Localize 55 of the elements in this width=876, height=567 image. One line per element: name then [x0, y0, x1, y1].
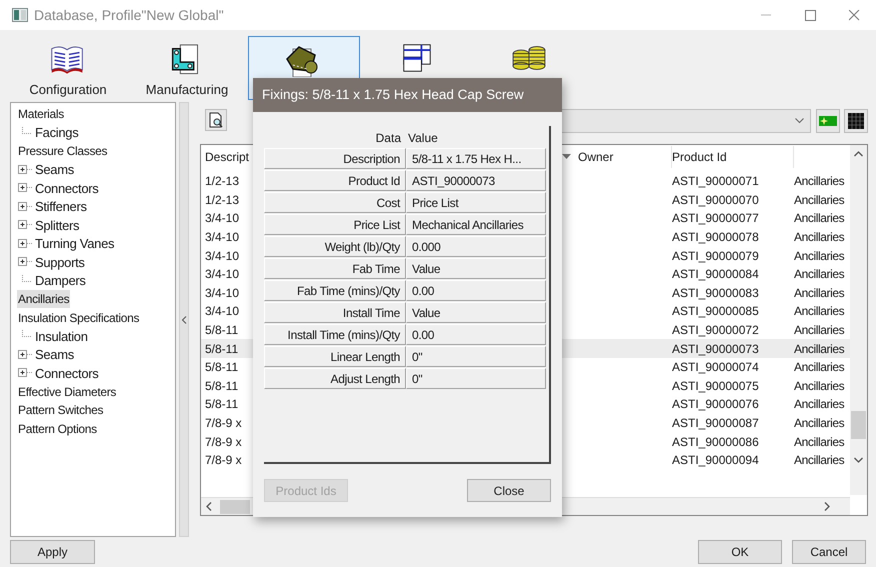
table-cell: ASTI_90000076 — [672, 397, 759, 412]
table-cell: ASTI_90000072 — [672, 323, 759, 338]
property-label: Product Id — [264, 170, 406, 191]
table-cell: Ancillaries — [794, 304, 844, 318]
table-cell: Ancillaries — [794, 174, 844, 188]
table-cell: ASTI_90000070 — [672, 192, 759, 207]
table-cell: Ancillaries — [794, 267, 844, 282]
table-cell: Ancillaries — [794, 192, 844, 207]
property-label: Fab Time (mins)/Qty — [264, 280, 406, 301]
table-cell: ASTI_90000086 — [672, 434, 759, 449]
table-cell: 7/8-9 x — [205, 453, 242, 468]
table-cell: 5/8-11 — [205, 342, 238, 356]
column-header: Data — [374, 130, 402, 147]
property-label: Adjust Length — [264, 368, 406, 389]
property-label: Fab Time — [264, 258, 406, 279]
table-cell: ASTI_90000077 — [672, 211, 759, 226]
table-cell: ASTI_90000083 — [672, 286, 759, 300]
column-header: Value — [407, 130, 438, 147]
table-cell: ASTI_90000079 — [672, 248, 759, 263]
table-cell: 7/8-9 x — [205, 416, 242, 430]
property-label: Weight (lb)/Qty — [264, 236, 406, 257]
property-label: Description — [264, 148, 406, 169]
table-cell: 5/8-11 — [205, 360, 238, 374]
property-label: Install Time — [264, 302, 406, 323]
table-cell: Ancillaries — [794, 342, 844, 356]
table-cell: Ancillaries — [794, 323, 844, 338]
table-cell: ASTI_90000085 — [672, 304, 759, 318]
table-cell: ASTI_90000078 — [672, 230, 759, 244]
table-cell: ASTI_90000073 — [672, 342, 759, 356]
table-cell: Ancillaries — [794, 230, 844, 244]
property-label: Cost — [264, 192, 406, 213]
table-cell: 3/4-10 — [205, 248, 240, 263]
table-cell: Ancillaries — [794, 397, 844, 412]
table-cell: ASTI_90000074 — [672, 360, 759, 374]
property-label: Price List — [264, 214, 406, 235]
table-cell: Ancillaries — [794, 416, 844, 430]
table-cell: Ancillaries — [794, 378, 844, 393]
table-cell: ASTI_90000084 — [672, 267, 759, 282]
property-label: Linear Length — [264, 346, 406, 367]
table-cell: 5/8-11 — [205, 397, 238, 412]
table-cell: 3/4-10 — [205, 230, 240, 244]
table-cell: Ancillaries — [794, 453, 844, 468]
table-cell: 7/8-9 x — [205, 434, 242, 449]
table-cell: ASTI_90000071 — [672, 174, 759, 188]
window-title: Database, Profile"New Global" — [34, 6, 224, 24]
table-cell: ASTI_90000075 — [672, 378, 759, 393]
table-cell: ASTI_90000094 — [672, 453, 759, 468]
property-label: Install Time (mins)/Qty — [264, 324, 406, 345]
table-cell: ASTI_90000087 — [672, 416, 759, 430]
table-cell: Ancillaries — [794, 360, 844, 374]
table-cell: Ancillaries — [794, 286, 844, 300]
dialog-title: Fixings: 5/8-11 x 1.75 Hex Head Cap Screw — [262, 86, 524, 104]
table-cell: Ancillaries — [794, 211, 844, 226]
table-cell: Ancillaries — [794, 248, 844, 263]
table-cell: Ancillaries — [794, 434, 844, 449]
